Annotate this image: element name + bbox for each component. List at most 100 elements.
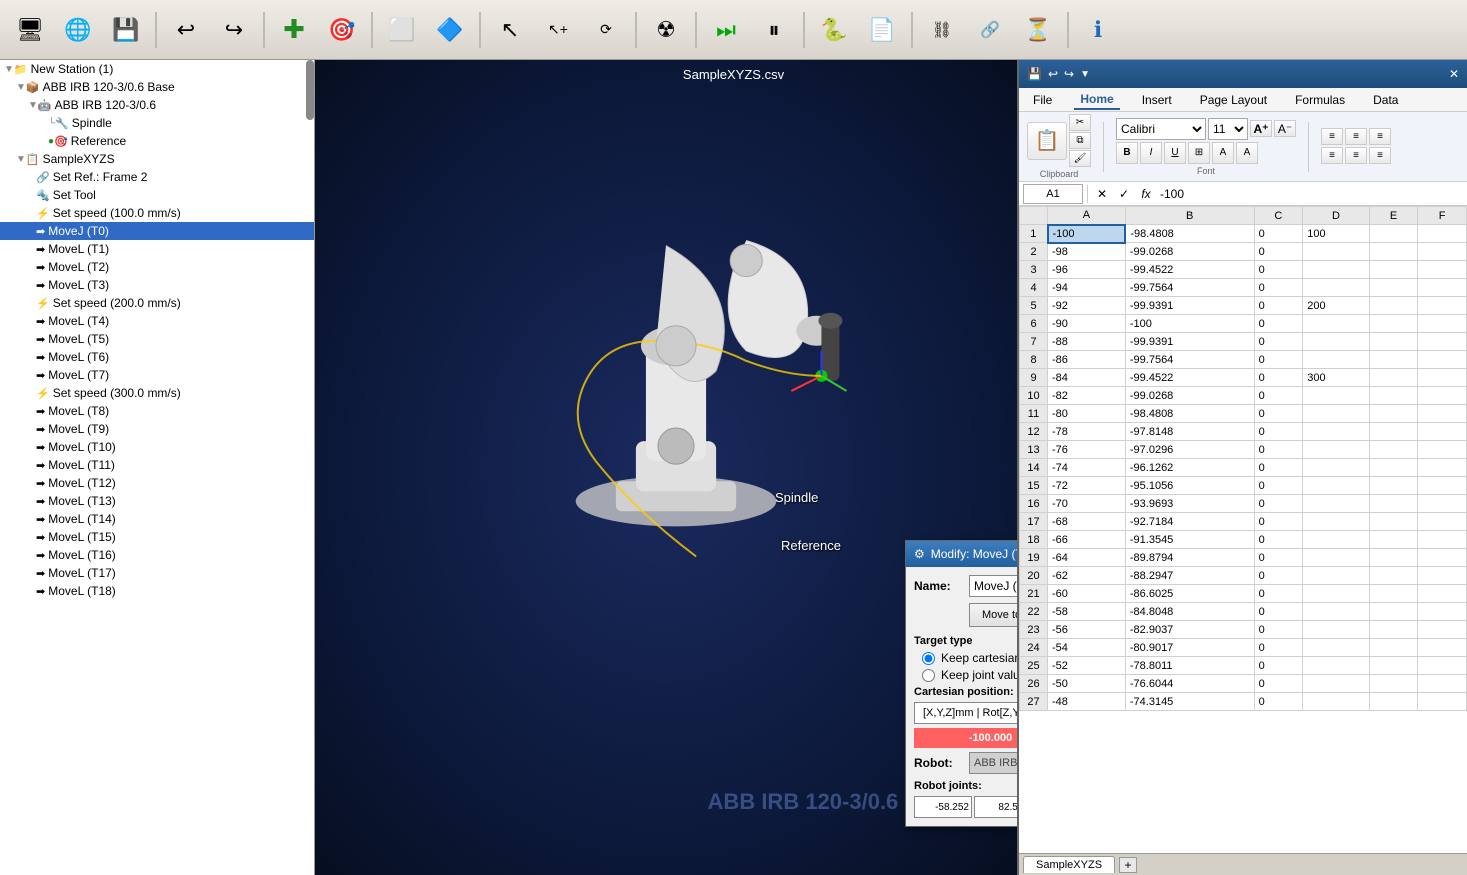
cell-25-E[interactable] xyxy=(1369,657,1418,675)
tree-item-movel-t5[interactable]: ➡ MoveL (T5) xyxy=(0,330,314,348)
cell-20-B[interactable]: -88.2947 xyxy=(1125,567,1254,585)
cell-21-E[interactable] xyxy=(1369,585,1418,603)
row-number-19[interactable]: 19 xyxy=(1020,549,1048,567)
cell-6-C[interactable]: 0 xyxy=(1254,315,1303,333)
cell-3-E[interactable] xyxy=(1369,261,1418,279)
cell-27-B[interactable]: -74.3145 xyxy=(1125,693,1254,711)
cell-15-D[interactable] xyxy=(1303,477,1370,495)
cell-3-B[interactable]: -99.4522 xyxy=(1125,261,1254,279)
excel-undo-icon[interactable]: ↩ xyxy=(1048,67,1058,81)
cell-15-B[interactable]: -95.1056 xyxy=(1125,477,1254,495)
tree-item-samplexyzs[interactable]: ▼ 📋 SampleXYZS xyxy=(0,150,314,168)
cell-10-A[interactable]: -82 xyxy=(1048,387,1126,405)
row-number-21[interactable]: 21 xyxy=(1020,585,1048,603)
cell-17-D[interactable] xyxy=(1303,513,1370,531)
formula-input[interactable] xyxy=(1160,184,1463,204)
cell-25-D[interactable] xyxy=(1303,657,1370,675)
col-header-e[interactable]: E xyxy=(1369,207,1418,225)
cell-13-C[interactable]: 0 xyxy=(1254,441,1303,459)
tree-item-movel-t15[interactable]: ➡ MoveL (T15) xyxy=(0,528,314,546)
cell-2-E[interactable] xyxy=(1369,243,1418,261)
cell-24-C[interactable]: 0 xyxy=(1254,639,1303,657)
new-station-btn[interactable]: 🖥 xyxy=(8,8,52,52)
cell-10-C[interactable]: 0 xyxy=(1254,387,1303,405)
cell-23-B[interactable]: -82.9037 xyxy=(1125,621,1254,639)
cell-10-E[interactable] xyxy=(1369,387,1418,405)
cell-19-D[interactable] xyxy=(1303,549,1370,567)
cell-18-A[interactable]: -66 xyxy=(1048,531,1126,549)
tree-item-movel-t6[interactable]: ➡ MoveL (T6) xyxy=(0,348,314,366)
radiation-btn[interactable]: ☢ xyxy=(644,8,688,52)
row-number-20[interactable]: 20 xyxy=(1020,567,1048,585)
row-number-10[interactable]: 10 xyxy=(1020,387,1048,405)
cell-21-B[interactable]: -86.6025 xyxy=(1125,585,1254,603)
cell-9-A[interactable]: -84 xyxy=(1048,369,1126,387)
tree-item-movel-t9[interactable]: ➡ MoveL (T9) xyxy=(0,420,314,438)
cell-7-E[interactable] xyxy=(1369,333,1418,351)
row-number-17[interactable]: 17 xyxy=(1020,513,1048,531)
cell-17-A[interactable]: -68 xyxy=(1048,513,1126,531)
formula-confirm-btn[interactable]: ✓ xyxy=(1114,184,1134,204)
doc-btn[interactable]: 📄 xyxy=(860,8,904,52)
col-header-d[interactable]: D xyxy=(1303,207,1370,225)
cell-9-E[interactable] xyxy=(1369,369,1418,387)
cell-25-A[interactable]: -52 xyxy=(1048,657,1126,675)
underline-btn[interactable]: U xyxy=(1164,142,1186,164)
tree-item-movel-t14[interactable]: ➡ MoveL (T14) xyxy=(0,510,314,528)
italic-btn[interactable]: I xyxy=(1140,142,1162,164)
font-select[interactable]: Calibri xyxy=(1116,118,1206,140)
cell-12-F[interactable] xyxy=(1418,423,1467,441)
copy-ribbon-btn[interactable]: ⧉ xyxy=(1069,132,1091,149)
row-number-11[interactable]: 11 xyxy=(1020,405,1048,423)
viewport-3d[interactable]: Spindle Reference ABB IRB 120-3/0.6 Base… xyxy=(315,60,1017,875)
cell-21-A[interactable]: -60 xyxy=(1048,585,1126,603)
tree-item-abb-base[interactable]: ▼ 📦 ABB IRB 120-3/0.6 Base xyxy=(0,78,314,96)
tree-item-movel-t12[interactable]: ➡ MoveL (T12) xyxy=(0,474,314,492)
cell-11-B[interactable]: -98.4808 xyxy=(1125,405,1254,423)
tree-item-movel-t8[interactable]: ➡ MoveL (T8) xyxy=(0,402,314,420)
cell-11-F[interactable] xyxy=(1418,405,1467,423)
cell-13-D[interactable] xyxy=(1303,441,1370,459)
excel-save-icon[interactable]: 💾 xyxy=(1027,67,1042,81)
cell-8-F[interactable] xyxy=(1418,351,1467,369)
save-btn[interactable]: 💾 xyxy=(104,8,148,52)
cell-20-A[interactable]: -62 xyxy=(1048,567,1126,585)
pause-btn[interactable]: ⏸ xyxy=(752,8,796,52)
select-move-btn[interactable]: ↖+ xyxy=(536,8,580,52)
cell-4-C[interactable]: 0 xyxy=(1254,279,1303,297)
select-btn[interactable]: ↖ xyxy=(488,8,532,52)
cell-14-D[interactable] xyxy=(1303,459,1370,477)
cell-16-F[interactable] xyxy=(1418,495,1467,513)
cell-25-F[interactable] xyxy=(1418,657,1467,675)
row-number-23[interactable]: 23 xyxy=(1020,621,1048,639)
cell-27-A[interactable]: -48 xyxy=(1048,693,1126,711)
row-number-12[interactable]: 12 xyxy=(1020,423,1048,441)
cell-2-C[interactable]: 0 xyxy=(1254,243,1303,261)
row-number-1[interactable]: 1 xyxy=(1020,225,1048,243)
cell-4-F[interactable] xyxy=(1418,279,1467,297)
cell-24-B[interactable]: -80.9017 xyxy=(1125,639,1254,657)
scrollbar[interactable] xyxy=(306,60,314,120)
cell-14-B[interactable]: -96.1262 xyxy=(1125,459,1254,477)
cell-2-D[interactable] xyxy=(1303,243,1370,261)
web-btn[interactable]: 🌐 xyxy=(56,8,100,52)
cell-3-F[interactable] xyxy=(1418,261,1467,279)
excel-close-icon[interactable]: ✕ xyxy=(1449,67,1459,81)
cell-15-F[interactable] xyxy=(1418,477,1467,495)
cell-1-D[interactable]: 100 xyxy=(1303,225,1370,243)
cell-21-D[interactable] xyxy=(1303,585,1370,603)
joint-1[interactable] xyxy=(914,796,972,818)
tree-item-movel-t13[interactable]: ➡ MoveL (T13) xyxy=(0,492,314,510)
cell-4-D[interactable] xyxy=(1303,279,1370,297)
cell-21-C[interactable]: 0 xyxy=(1254,585,1303,603)
cell-23-C[interactable]: 0 xyxy=(1254,621,1303,639)
row-number-5[interactable]: 5 xyxy=(1020,297,1048,315)
row-number-9[interactable]: 9 xyxy=(1020,369,1048,387)
cell-26-B[interactable]: -76.6044 xyxy=(1125,675,1254,693)
cell-2-F[interactable] xyxy=(1418,243,1467,261)
menu-home[interactable]: Home xyxy=(1074,90,1119,110)
cell-17-E[interactable] xyxy=(1369,513,1418,531)
cell-4-E[interactable] xyxy=(1369,279,1418,297)
border-btn[interactable]: ⊞ xyxy=(1188,142,1210,164)
cell-26-E[interactable] xyxy=(1369,675,1418,693)
